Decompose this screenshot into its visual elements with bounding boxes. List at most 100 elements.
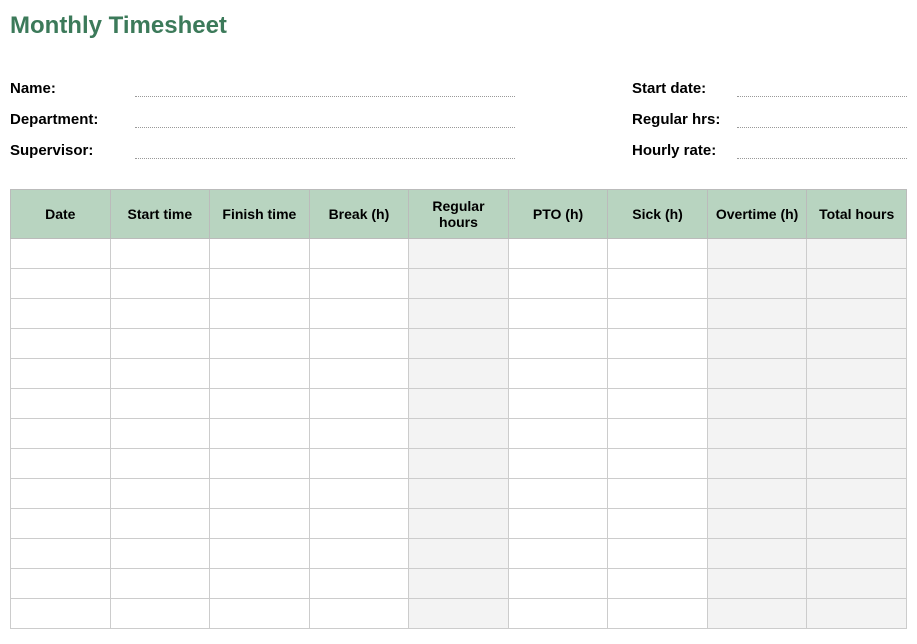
table-cell[interactable] <box>409 269 509 299</box>
table-cell[interactable] <box>707 269 807 299</box>
table-cell[interactable] <box>608 329 708 359</box>
table-cell[interactable] <box>309 329 409 359</box>
table-cell[interactable] <box>508 389 608 419</box>
table-cell[interactable] <box>11 449 111 479</box>
table-cell[interactable] <box>807 239 907 269</box>
table-cell[interactable] <box>807 569 907 599</box>
table-cell[interactable] <box>508 539 608 569</box>
table-cell[interactable] <box>110 479 210 509</box>
table-cell[interactable] <box>210 449 310 479</box>
table-cell[interactable] <box>309 539 409 569</box>
table-cell[interactable] <box>608 449 708 479</box>
table-cell[interactable] <box>608 539 708 569</box>
table-cell[interactable] <box>11 479 111 509</box>
table-cell[interactable] <box>807 269 907 299</box>
table-cell[interactable] <box>608 569 708 599</box>
table-cell[interactable] <box>11 329 111 359</box>
table-cell[interactable] <box>508 359 608 389</box>
table-cell[interactable] <box>409 299 509 329</box>
table-cell[interactable] <box>707 419 807 449</box>
table-cell[interactable] <box>608 509 708 539</box>
table-cell[interactable] <box>309 599 409 629</box>
table-cell[interactable] <box>807 299 907 329</box>
table-cell[interactable] <box>508 239 608 269</box>
table-cell[interactable] <box>210 389 310 419</box>
table-cell[interactable] <box>508 299 608 329</box>
table-cell[interactable] <box>707 359 807 389</box>
table-cell[interactable] <box>707 479 807 509</box>
table-cell[interactable] <box>807 449 907 479</box>
table-cell[interactable] <box>309 299 409 329</box>
table-cell[interactable] <box>110 449 210 479</box>
table-cell[interactable] <box>210 509 310 539</box>
table-cell[interactable] <box>409 359 509 389</box>
table-cell[interactable] <box>608 269 708 299</box>
table-cell[interactable] <box>110 599 210 629</box>
table-cell[interactable] <box>608 479 708 509</box>
table-cell[interactable] <box>707 239 807 269</box>
table-cell[interactable] <box>110 569 210 599</box>
table-cell[interactable] <box>508 269 608 299</box>
table-cell[interactable] <box>409 389 509 419</box>
table-cell[interactable] <box>11 599 111 629</box>
table-cell[interactable] <box>110 299 210 329</box>
table-cell[interactable] <box>11 569 111 599</box>
table-cell[interactable] <box>309 419 409 449</box>
table-cell[interactable] <box>707 569 807 599</box>
table-cell[interactable] <box>11 509 111 539</box>
table-cell[interactable] <box>309 239 409 269</box>
table-cell[interactable] <box>309 509 409 539</box>
table-cell[interactable] <box>409 539 509 569</box>
table-cell[interactable] <box>11 299 111 329</box>
table-cell[interactable] <box>110 329 210 359</box>
table-cell[interactable] <box>210 419 310 449</box>
table-cell[interactable] <box>409 329 509 359</box>
table-cell[interactable] <box>409 419 509 449</box>
hourly-rate-field[interactable] <box>737 145 907 159</box>
table-cell[interactable] <box>11 239 111 269</box>
table-cell[interactable] <box>11 539 111 569</box>
table-cell[interactable] <box>807 359 907 389</box>
table-cell[interactable] <box>508 599 608 629</box>
table-cell[interactable] <box>11 419 111 449</box>
table-cell[interactable] <box>508 479 608 509</box>
table-cell[interactable] <box>508 509 608 539</box>
table-cell[interactable] <box>707 329 807 359</box>
supervisor-field[interactable] <box>135 145 515 159</box>
table-cell[interactable] <box>707 299 807 329</box>
table-cell[interactable] <box>11 269 111 299</box>
table-cell[interactable] <box>110 389 210 419</box>
table-cell[interactable] <box>210 539 310 569</box>
table-cell[interactable] <box>110 359 210 389</box>
department-field[interactable] <box>135 114 515 128</box>
table-cell[interactable] <box>210 269 310 299</box>
table-cell[interactable] <box>409 449 509 479</box>
table-cell[interactable] <box>409 599 509 629</box>
table-cell[interactable] <box>210 299 310 329</box>
table-cell[interactable] <box>707 539 807 569</box>
table-cell[interactable] <box>409 239 509 269</box>
table-cell[interactable] <box>608 419 708 449</box>
table-cell[interactable] <box>707 449 807 479</box>
table-cell[interactable] <box>210 479 310 509</box>
table-cell[interactable] <box>309 269 409 299</box>
table-cell[interactable] <box>807 539 907 569</box>
table-cell[interactable] <box>210 599 310 629</box>
table-cell[interactable] <box>707 389 807 419</box>
table-cell[interactable] <box>110 269 210 299</box>
table-cell[interactable] <box>807 389 907 419</box>
table-cell[interactable] <box>707 509 807 539</box>
table-cell[interactable] <box>608 299 708 329</box>
table-cell[interactable] <box>807 479 907 509</box>
table-cell[interactable] <box>110 539 210 569</box>
table-cell[interactable] <box>309 359 409 389</box>
table-cell[interactable] <box>409 479 509 509</box>
table-cell[interactable] <box>409 569 509 599</box>
name-field[interactable] <box>135 83 515 97</box>
table-cell[interactable] <box>508 449 608 479</box>
table-cell[interactable] <box>309 389 409 419</box>
table-cell[interactable] <box>508 329 608 359</box>
table-cell[interactable] <box>210 359 310 389</box>
table-cell[interactable] <box>210 569 310 599</box>
table-cell[interactable] <box>309 449 409 479</box>
